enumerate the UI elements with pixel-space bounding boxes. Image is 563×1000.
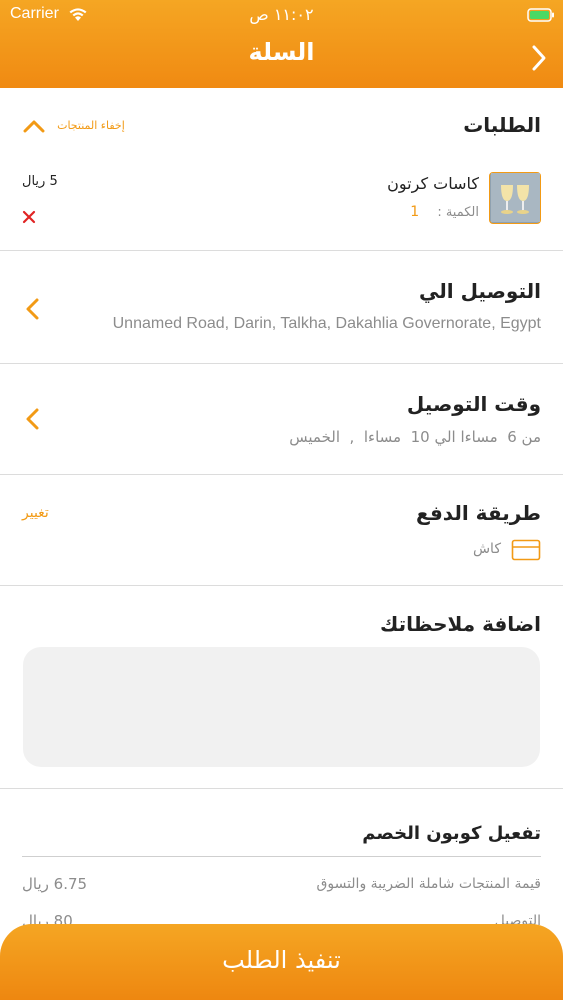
glasses-icon — [491, 173, 540, 222]
notes-title: اضافة ملاحظاتك — [380, 612, 541, 636]
delivery-title: التوصيل الي — [419, 279, 541, 303]
payment-method: كاش — [472, 541, 501, 557]
product-price: 5 ريال — [22, 174, 58, 189]
notes-textarea[interactable] — [23, 647, 540, 767]
hide-products-toggle[interactable]: إخفاء المنتجات — [22, 115, 125, 134]
submit-order-label: تنفيذ الطلب — [222, 946, 341, 974]
submit-order-button[interactable]: تنفيذ الطلب — [0, 924, 563, 1000]
remove-item-icon[interactable] — [22, 209, 36, 228]
delivery-address: Unnamed Road, Darin, Talkha, Dakahlia Go… — [112, 315, 541, 332]
status-time: ١١:٠٢ ص — [249, 5, 314, 24]
app-header: Carrier ١١:٠٢ ص السلة — [0, 0, 563, 88]
coupon-title[interactable]: تفعيل كوبون الخصم — [362, 823, 541, 844]
chevron-left-icon — [24, 297, 40, 325]
coupon-summary-section: تفعيل كوبون الخصم قيمة المنتجات شاملة ال… — [0, 789, 563, 930]
coupon-divider — [22, 856, 541, 857]
hide-products-label: إخفاء المنتجات — [57, 119, 125, 132]
chevron-up-icon — [23, 120, 45, 132]
page-title: السلة — [248, 38, 315, 66]
products-total-label: قيمة المنتجات شاملة الضريبة والتسوق — [316, 876, 541, 892]
payment-title: طريقة الدفع — [416, 501, 541, 525]
delivery-address-section[interactable]: التوصيل الي Unnamed Road, Darin, Talkha,… — [0, 251, 563, 364]
orders-section: الطلبات إخفاء المنتجات كاسات كرتون الكمي… — [0, 88, 563, 251]
products-total-value: 6.75 ريال — [22, 875, 88, 893]
qty-label: الكمية : — [437, 205, 479, 220]
orders-title: الطلبات — [463, 113, 541, 137]
back-chevron-icon[interactable] — [531, 44, 547, 76]
delivery-time-value: من 6 مساءا الي 10 مساءا , الخميس — [289, 428, 541, 446]
battery-icon — [527, 7, 555, 26]
change-payment-button[interactable]: تغيير — [22, 505, 49, 521]
credit-card-icon — [511, 539, 541, 565]
delivery-time-section[interactable]: وقت التوصيل من 6 مساءا الي 10 مساءا , ال… — [0, 364, 563, 475]
status-bar: Carrier ١١:٠٢ ص — [0, 5, 563, 27]
payment-section: طريقة الدفع تغيير كاش — [0, 475, 563, 586]
qty-value: 1 — [410, 204, 420, 220]
chevron-left-icon — [24, 407, 40, 435]
product-name: كاسات كرتون — [387, 174, 479, 193]
product-image — [489, 172, 541, 224]
product-qty-row: الكمية : 1 — [410, 204, 479, 220]
delivery-time-title: وقت التوصيل — [406, 392, 541, 416]
